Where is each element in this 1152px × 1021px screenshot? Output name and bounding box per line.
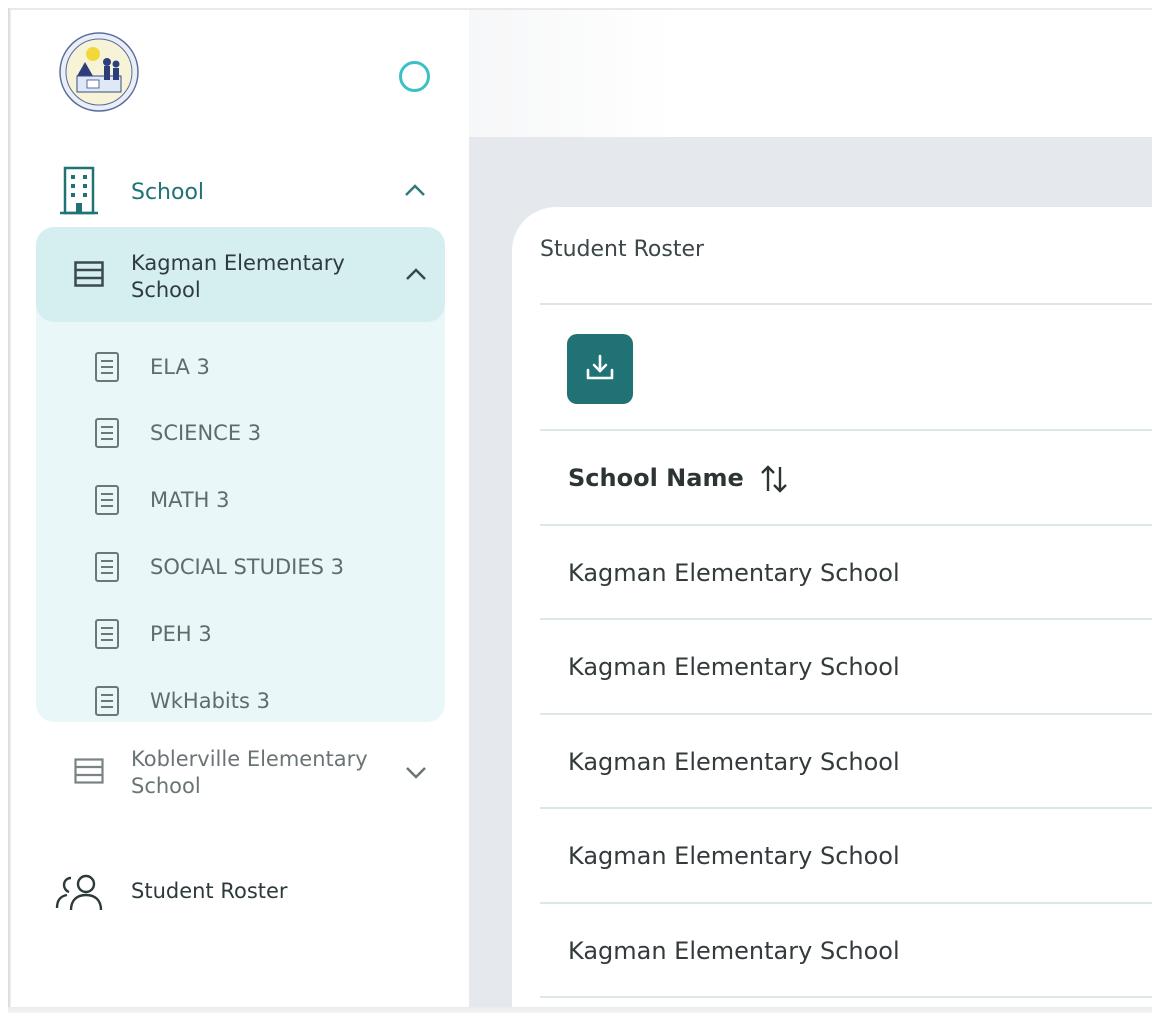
cell-school-name: Kagman Elementary School xyxy=(568,842,900,870)
table-header: School Name xyxy=(540,433,1152,525)
chevron-down-icon[interactable] xyxy=(402,758,430,786)
student-roster-card: Student Roster School Name Kagman Elemen… xyxy=(512,207,1152,1007)
nav-school-label: School xyxy=(131,180,205,205)
document-icon xyxy=(95,352,119,382)
document-icon xyxy=(95,619,119,649)
sidebar-item-kagman-school[interactable]: Kagman Elementary School xyxy=(36,227,445,322)
nav-student-roster[interactable]: Student Roster xyxy=(51,870,451,916)
sort-arrows-icon[interactable] xyxy=(758,463,790,495)
chevron-up-icon[interactable] xyxy=(401,177,429,205)
sidebar-item-course[interactable]: SCIENCE 3 xyxy=(36,405,445,461)
sidebar-item-course[interactable]: WkHabits 3 xyxy=(36,673,445,729)
table-row[interactable]: Kagman Elementary School xyxy=(540,809,1152,903)
sidebar-item-course[interactable]: MATH 3 xyxy=(36,472,445,528)
document-icon xyxy=(95,418,119,448)
column-header-school-name[interactable]: School Name xyxy=(568,464,744,492)
course-label: PEH 3 xyxy=(150,622,212,646)
cell-school-name: Kagman Elementary School xyxy=(568,653,900,681)
document-icon xyxy=(95,485,119,515)
divider xyxy=(540,429,1152,431)
users-icon xyxy=(55,874,103,911)
sidebar-item-course[interactable]: ELA 3 xyxy=(36,339,445,395)
building-icon xyxy=(60,166,98,215)
student-roster-label: Student Roster xyxy=(131,879,288,903)
cell-school-name: Kagman Elementary School xyxy=(568,559,900,587)
sidebar-item-course[interactable]: PEH 3 xyxy=(36,606,445,662)
card-title: Student Roster xyxy=(540,237,705,262)
school-seal-logo xyxy=(59,32,139,112)
table-row[interactable]: Kagman Elementary School xyxy=(540,620,1152,714)
divider xyxy=(540,303,1152,305)
app-window: School Kagman Elementary School ELA 3 SC… xyxy=(0,0,1152,1021)
table-row[interactable]: Kagman Elementary School xyxy=(540,715,1152,809)
course-label: ELA 3 xyxy=(150,355,210,379)
nav-school[interactable]: School xyxy=(51,165,451,221)
download-icon xyxy=(586,354,614,380)
document-icon xyxy=(95,686,119,716)
cell-school-name: Kagman Elementary School xyxy=(568,937,900,965)
koblerville-school-label: Koblerville Elementary School xyxy=(131,747,368,798)
sidebar: School Kagman Elementary School ELA 3 SC… xyxy=(11,10,469,1007)
school-group-kagman: Kagman Elementary School ELA 3 SCIENCE 3… xyxy=(36,227,445,722)
sidebar-item-course[interactable]: SOCIAL STUDIES 3 xyxy=(36,539,445,595)
sidebar-toggle-button[interactable] xyxy=(399,61,430,92)
sidebar-item-koblerville-school[interactable]: Koblerville Elementary School xyxy=(51,742,451,808)
document-icon xyxy=(95,552,119,582)
list-icon xyxy=(74,758,104,784)
divider xyxy=(540,996,1152,998)
table-row[interactable]: Kagman Elementary School xyxy=(540,526,1152,620)
chevron-up-icon[interactable] xyxy=(402,261,430,289)
course-label: WkHabits 3 xyxy=(150,689,270,713)
course-label: SOCIAL STUDIES 3 xyxy=(150,555,344,579)
cell-school-name: Kagman Elementary School xyxy=(568,748,900,776)
course-label: MATH 3 xyxy=(150,488,230,512)
course-label: SCIENCE 3 xyxy=(150,421,262,445)
window-edge-bottom xyxy=(8,1007,1152,1013)
kagman-school-label: Kagman Elementary School xyxy=(131,251,345,302)
download-button[interactable] xyxy=(567,334,633,404)
list-icon xyxy=(74,261,104,287)
top-bar xyxy=(469,10,1152,137)
table-row[interactable]: Kagman Elementary School xyxy=(540,904,1152,998)
